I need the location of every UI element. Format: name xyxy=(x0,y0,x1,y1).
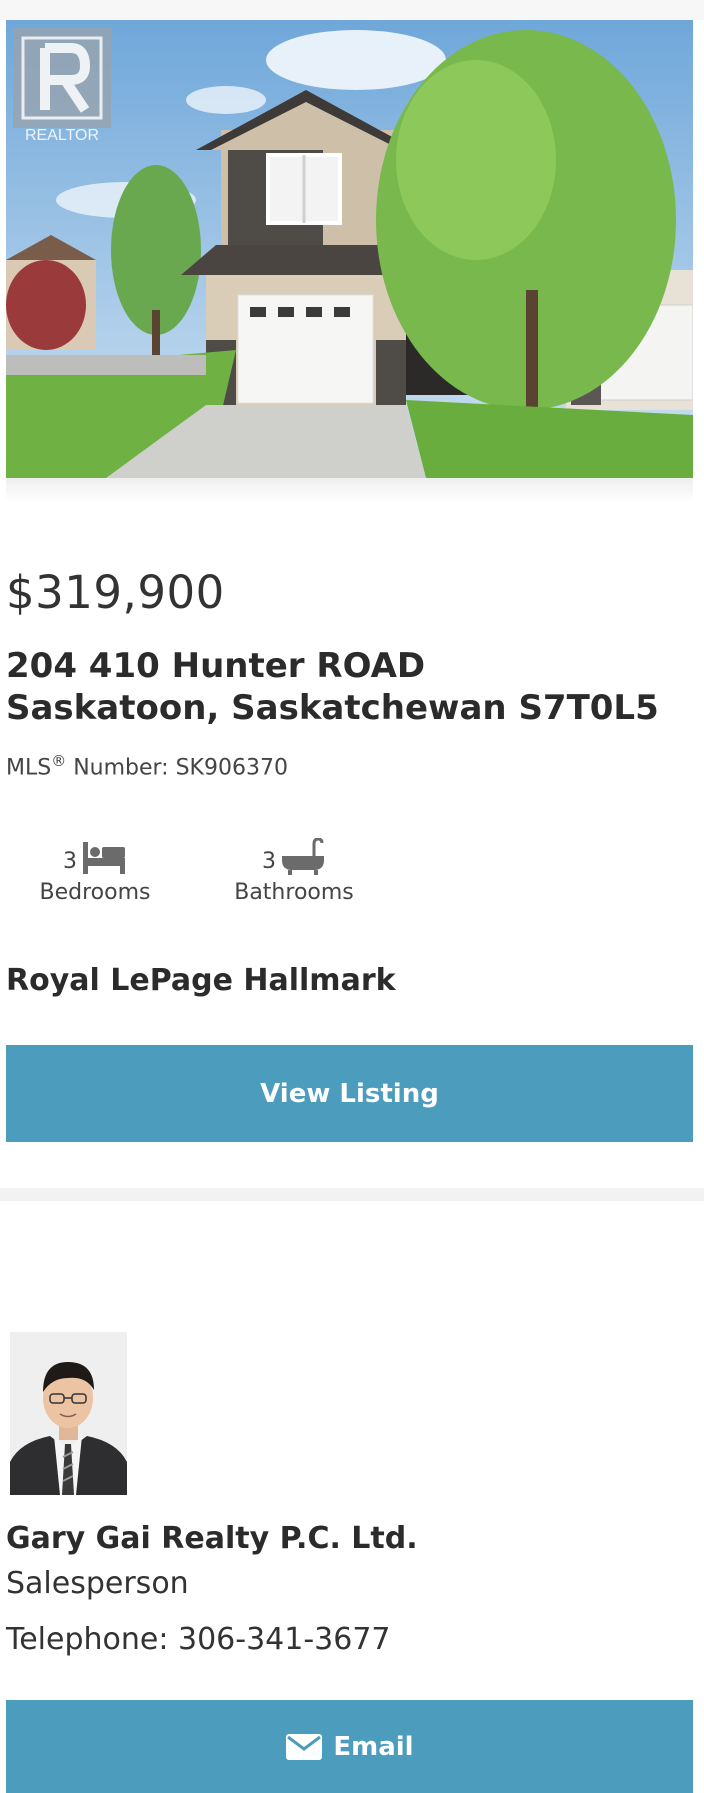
listing-price: $319,900 xyxy=(6,566,225,619)
mls-value: Number: SK906370 xyxy=(66,755,288,781)
envelope-icon xyxy=(286,1733,323,1760)
view-listing-button[interactable]: View Listing xyxy=(6,1045,693,1142)
email-button[interactable]: Email xyxy=(6,1700,693,1793)
bathrooms-feature: 3 Bathrooms xyxy=(230,836,358,905)
brokerage-name: Royal LePage Hallmark xyxy=(6,963,396,998)
email-button-label: Email xyxy=(333,1731,414,1762)
bathrooms-count: 3 xyxy=(262,849,276,874)
realtor-logo: REALTOR xyxy=(13,28,111,144)
view-listing-label: View Listing xyxy=(260,1078,439,1109)
top-strip xyxy=(0,0,704,20)
registered-mark: ® xyxy=(51,752,67,770)
address-line-2: Saskatoon, Saskatchewan S7T0L5 xyxy=(6,688,659,728)
agent-name: Gary Gai Realty P.C. Ltd. xyxy=(6,1521,418,1556)
svg-text:REALTOR: REALTOR xyxy=(25,127,99,144)
bathtub-icon xyxy=(282,838,324,875)
photo-shadow xyxy=(6,478,693,502)
section-divider xyxy=(0,1188,704,1201)
bedrooms-label: Bedrooms xyxy=(39,880,151,905)
listing-address: 204 410 Hunter ROAD Saskatoon, Saskatche… xyxy=(6,645,659,729)
agent-role: Salesperson xyxy=(6,1566,189,1601)
bed-icon xyxy=(83,842,125,874)
listing-photo[interactable]: REALTOR xyxy=(6,20,693,478)
agent-avatar xyxy=(10,1332,127,1495)
agent-phone[interactable]: Telephone: 306-341-3677 xyxy=(6,1622,391,1657)
bedrooms-count: 3 xyxy=(63,849,77,874)
mls-number: MLS® Number: SK906370 xyxy=(6,752,288,780)
bedrooms-feature: 3 Bedrooms xyxy=(38,836,152,905)
mls-prefix: MLS xyxy=(6,755,52,781)
address-line-1: 204 410 Hunter ROAD xyxy=(6,646,426,686)
bathrooms-label: Bathrooms xyxy=(234,880,354,905)
